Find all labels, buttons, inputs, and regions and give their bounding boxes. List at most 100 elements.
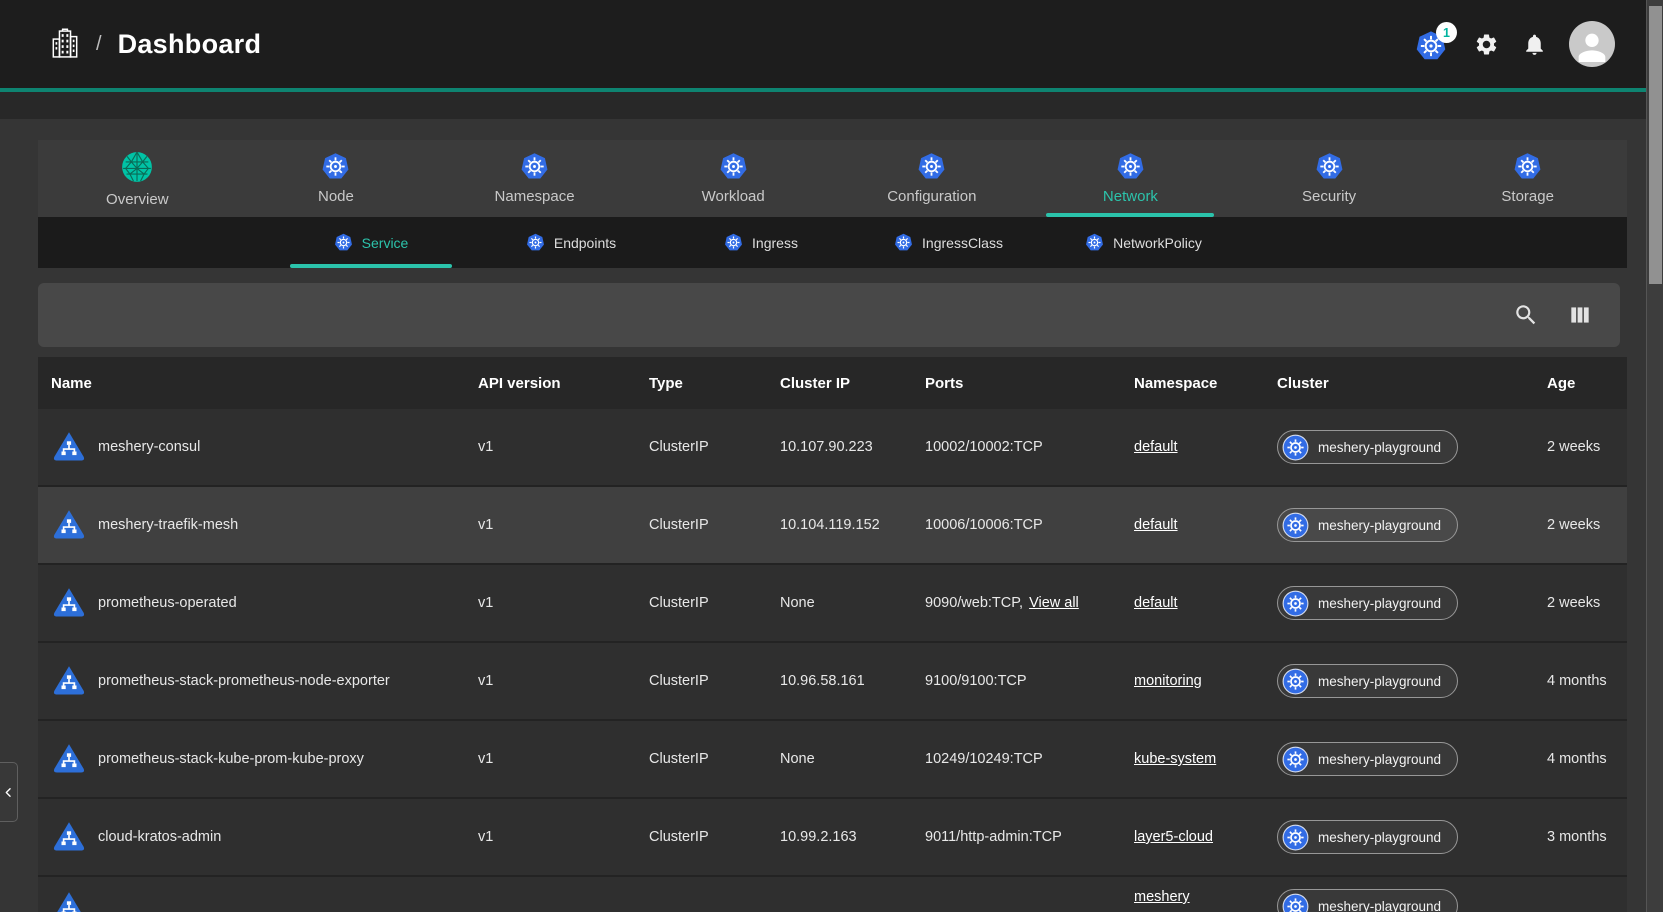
header-shadow-strip [0,92,1663,119]
ports-value: 9090/web:TCP, [925,595,1023,611]
subtab-ingress[interactable]: Ingress [671,217,851,268]
cluster-chip[interactable]: meshery-playground [1277,742,1458,776]
user-avatar[interactable] [1569,21,1615,67]
tab-node[interactable]: Node [237,140,436,217]
kubernetes-icon [1116,152,1145,181]
column-header-type[interactable]: Type [636,375,767,392]
column-header-namespace[interactable]: Namespace [1121,375,1264,392]
kubernetes-icon [894,233,913,252]
cluster-chip[interactable]: meshery-playground [1277,586,1458,620]
subtab-ingressclass[interactable]: IngressClass [851,217,1046,268]
kubernetes-icon [334,233,353,252]
service-name: prometheus-operated [98,595,237,611]
table-header-row: Name API version Type Cluster IP Ports N… [38,357,1627,409]
kubernetes-icon [1315,152,1344,181]
kubernetes-icon [526,233,545,252]
selected-subtab-indicator [290,264,452,268]
service-icon [51,819,87,855]
page-title: Dashboard [118,29,262,60]
column-header-ports[interactable]: Ports [912,375,1121,392]
namespace-link[interactable]: kube-system [1134,751,1216,767]
table-row[interactable]: prometheus-stack-prometheus-node-exporte… [38,643,1627,721]
service-name: cloud-kratos-admin [98,829,221,845]
kubernetes-icon [1282,746,1309,773]
tab-namespace[interactable]: Namespace [435,140,634,217]
column-header-age[interactable]: Age [1534,375,1627,392]
app-header: / Dashboard 1 [0,0,1663,88]
api-version-value: v1 [465,487,636,563]
meshery-mesh-icon [120,150,154,184]
column-header-name[interactable]: Name [38,375,465,392]
namespace-link[interactable]: monitoring [1134,673,1202,689]
service-icon [51,663,87,699]
table-row[interactable]: meshery-traefik-mesh v1 ClusterIP 10.104… [38,487,1627,565]
tab-storage[interactable]: Storage [1428,140,1627,217]
subtab-endpoints[interactable]: Endpoints [471,217,671,268]
tab-network[interactable]: Network [1031,140,1230,217]
cluster-chip[interactable]: meshery-playground [1277,889,1458,912]
tab-label: Configuration [887,188,976,205]
cluster-name: meshery-playground [1318,518,1441,533]
ports-value: 10249/10249:TCP [925,751,1043,767]
cluster-chip[interactable]: meshery-playground [1277,430,1458,464]
service-icon [51,741,87,777]
column-header-cluster-ip[interactable]: Cluster IP [767,375,912,392]
gear-icon [1474,32,1499,57]
service-name: meshery-traefik-mesh [98,517,238,533]
table-row[interactable]: meshery meshery-playground [38,877,1627,912]
context-count-badge: 1 [1436,22,1457,43]
notifications-button[interactable] [1521,31,1547,57]
tab-configuration[interactable]: Configuration [833,140,1032,217]
column-header-api-version[interactable]: API version [465,375,636,392]
namespace-link[interactable]: default [1134,595,1178,611]
search-button[interactable] [1512,301,1540,329]
tab-overview[interactable]: Overview [38,140,237,217]
column-header-cluster[interactable]: Cluster [1264,375,1534,392]
view-all-link[interactable]: View all [1029,595,1079,611]
cluster-chip[interactable]: meshery-playground [1277,664,1458,698]
tab-security[interactable]: Security [1230,140,1429,217]
kubernetes-icon [1513,152,1542,181]
namespace-link[interactable]: meshery [1134,889,1190,905]
table-row[interactable]: prometheus-operated v1 ClusterIP None 90… [38,565,1627,643]
service-icon [51,889,87,912]
table-row[interactable]: prometheus-stack-kube-prom-kube-proxy v1… [38,721,1627,799]
namespace-link[interactable]: default [1134,517,1178,533]
type-value: ClusterIP [636,643,767,719]
ports-value: 10006/10006:TCP [925,517,1043,533]
tab-label: Storage [1501,188,1554,205]
cluster-chip[interactable]: meshery-playground [1277,820,1458,854]
organization-building-icon[interactable] [50,28,80,60]
scrollbar-thumb[interactable] [1649,6,1662,284]
kubernetes-icon [1282,434,1309,461]
subtab-label: Endpoints [554,235,616,251]
subtab-networkpolicy[interactable]: NetworkPolicy [1046,217,1241,268]
kubernetes-icon [917,152,946,181]
cluster-chip[interactable]: meshery-playground [1277,508,1458,542]
namespace-link[interactable]: default [1134,439,1178,455]
subtab-service[interactable]: Service [271,217,471,268]
namespace-link[interactable]: layer5-cloud [1134,829,1213,845]
tab-label: Namespace [495,188,575,205]
tab-label: Node [318,188,354,205]
view-columns-icon [1567,302,1593,328]
table-row[interactable]: meshery-consul v1 ClusterIP 10.107.90.22… [38,409,1627,487]
api-version-value: v1 [465,721,636,797]
tab-workload[interactable]: Workload [634,140,833,217]
table-row[interactable]: cloud-kratos-admin v1 ClusterIP 10.99.2.… [38,799,1627,877]
subtab-label: Ingress [752,235,798,251]
cluster-name: meshery-playground [1318,596,1441,611]
type-value: ClusterIP [636,565,767,641]
table-toolbar [38,283,1620,347]
ports-value: 9011/http-admin:TCP [925,829,1062,845]
kubernetes-icon [321,152,350,181]
chevron-left-icon [1,785,16,800]
sidebar-collapse-toggle[interactable] [0,762,18,822]
cluster-ip-value: 10.107.90.223 [767,409,912,485]
main-content: Overview Node Namespace Workload Configu… [38,140,1627,912]
settings-button[interactable] [1473,31,1499,57]
tab-label: Overview [106,191,169,208]
view-columns-button[interactable] [1566,301,1594,329]
kubernetes-icon [724,233,743,252]
kubernetes-context-badge[interactable]: 1 [1415,26,1451,62]
